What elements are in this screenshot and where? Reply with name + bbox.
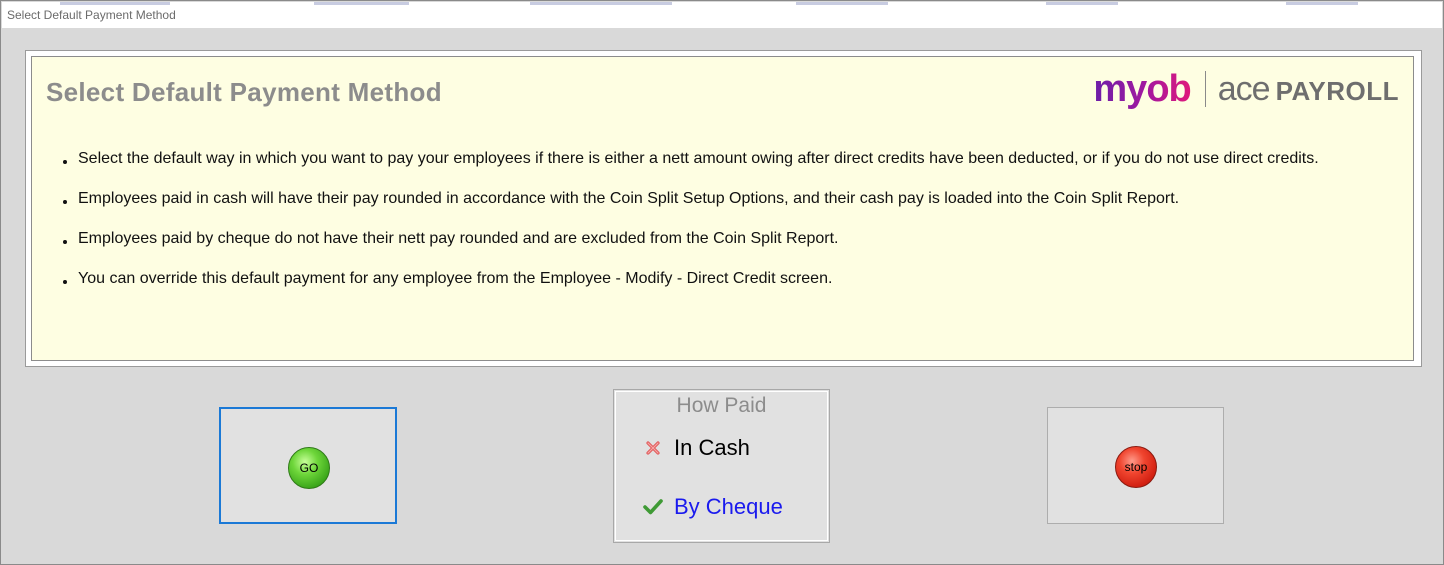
title-bar[interactable]: Select Default Payment Method (2, 2, 1442, 28)
info-panel: Select Default Payment Method myob ace P… (31, 56, 1414, 361)
logo-product-b: PAYROLL (1275, 75, 1399, 106)
ghost-menu-trace (314, 2, 409, 5)
panel-heading: Select Default Payment Method (46, 77, 442, 107)
go-button[interactable]: GO (219, 407, 397, 524)
option-by-cheque-label: By Cheque (674, 494, 783, 519)
logo-brand: myob (1093, 67, 1191, 110)
info-panel-frame: Select Default Payment Method myob ace P… (25, 50, 1422, 367)
instruction-item: Employees paid in cash will have their p… (60, 189, 1400, 209)
instructions-list: Select the default way in which you want… (60, 149, 1400, 309)
logo-product-a: ace (1217, 69, 1271, 108)
go-circle-icon[interactable]: GO (288, 447, 330, 489)
ghost-menu-trace (1286, 2, 1358, 5)
ghost-menu-trace (1046, 2, 1118, 5)
instruction-item: Employees paid by cheque do not have the… (60, 229, 1400, 249)
myob-ace-payroll-logo: myob ace PAYROLL (1093, 67, 1399, 111)
option-in-cash-label: In Cash (674, 435, 750, 460)
instruction-item: You can override this default payment fo… (60, 269, 1400, 289)
stop-circle-icon[interactable]: stop (1115, 446, 1157, 488)
window-title: Select Default Payment Method (7, 8, 176, 22)
how-paid-group: How Paid In Cash By Cheque (613, 389, 830, 543)
how-paid-title: How Paid (676, 394, 767, 417)
stop-button[interactable]: stop (1047, 407, 1224, 524)
go-label: GO (299, 461, 319, 475)
instruction-item: Select the default way in which you want… (60, 149, 1400, 169)
dialog-window: Select Default Payment Method Select Def… (0, 0, 1444, 565)
stop-label: stop (1124, 460, 1148, 474)
option-in-cash[interactable]: In Cash (642, 435, 750, 461)
option-by-cheque[interactable]: By Cheque (642, 494, 783, 520)
ghost-menu-trace (796, 2, 888, 5)
ghost-menu-trace (530, 2, 672, 5)
logo-divider (1204, 71, 1206, 107)
cross-icon (642, 437, 664, 459)
checkmark-icon (642, 496, 664, 518)
ghost-menu-trace (60, 2, 170, 5)
